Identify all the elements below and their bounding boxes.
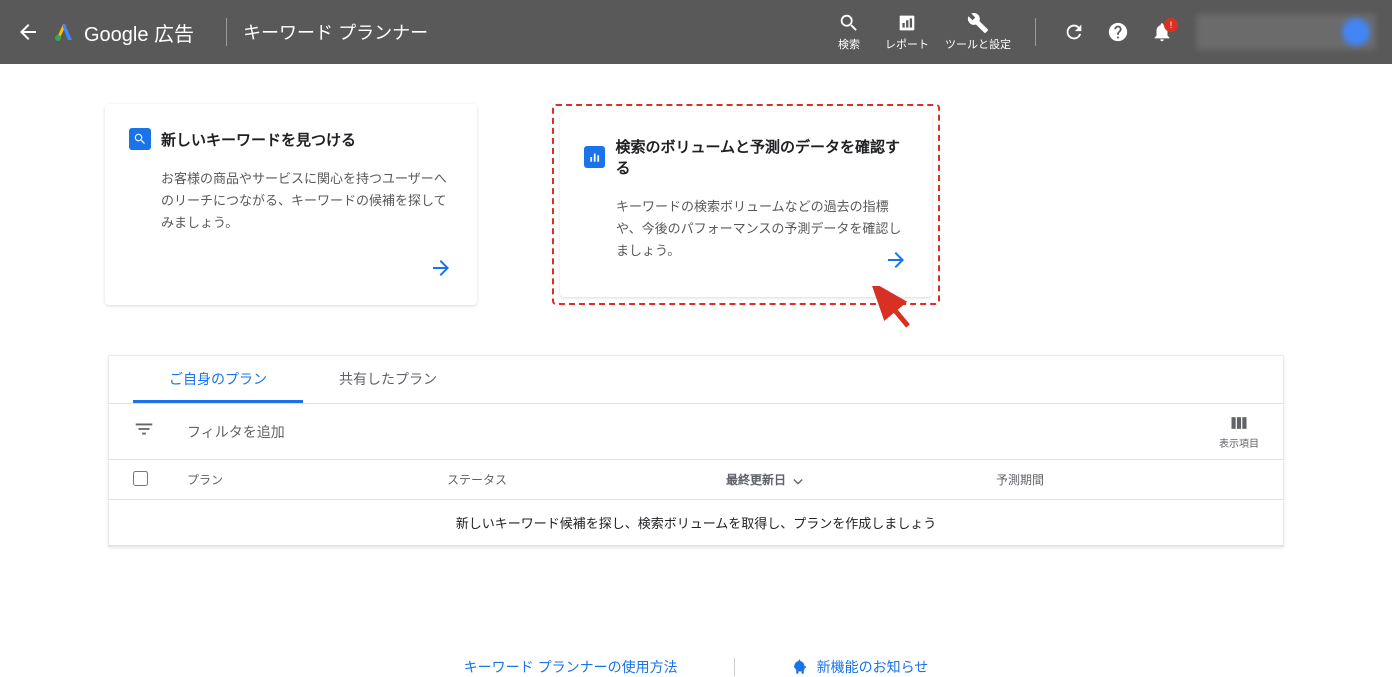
notification-badge: !: [1164, 18, 1178, 32]
product-name: Google 広告: [84, 18, 194, 47]
tools-label: ツールと設定: [945, 36, 1011, 52]
vertical-divider: [226, 18, 227, 46]
columns-label: 表示項目: [1219, 435, 1259, 450]
filter-icon[interactable]: [133, 418, 155, 445]
footer-links: キーワード プランナーの使用方法 新機能のお知らせ: [0, 657, 1392, 677]
column-forecast[interactable]: 予測期間: [996, 471, 1259, 488]
tool-title: キーワード プランナー: [243, 19, 428, 45]
discover-keywords-card[interactable]: 新しいキーワードを見つける お客様の商品やサービスに関心を持つユーザーへのリーチ…: [105, 104, 477, 305]
search-volume-card[interactable]: 検索のボリュームと予測のデータを確認する キーワードの検索ボリュームなどの過去の…: [560, 112, 932, 297]
columns-button[interactable]: 表示項目: [1219, 413, 1259, 450]
card-title: 新しいキーワードを見つける: [161, 129, 356, 150]
column-status[interactable]: ステータス: [447, 471, 726, 488]
bar-chart-card-icon: [584, 146, 605, 168]
card-title: 検索のボリュームと予測のデータを確認する: [615, 136, 908, 178]
select-all-checkbox[interactable]: [133, 471, 187, 489]
main-content: 新しいキーワードを見つける お客様の商品やサービスに関心を持つユーザーへのリーチ…: [0, 64, 1392, 677]
card-description: お客様の商品やサービスに関心を持つユーザーへのリーチにつながる、キーワードの候補…: [129, 168, 453, 234]
usage-guide-link[interactable]: キーワード プランナーの使用方法: [448, 657, 694, 677]
reports-label: レポート: [885, 36, 929, 52]
help-button[interactable]: [1106, 20, 1130, 44]
google-ads-logo-icon: [52, 20, 76, 44]
tab-shared-plans[interactable]: 共有したプラン: [303, 355, 473, 403]
megaphone-icon: [791, 658, 809, 676]
vertical-divider: [1035, 18, 1036, 46]
notifications-button[interactable]: !: [1150, 20, 1174, 44]
vertical-divider: [734, 658, 735, 676]
search-button[interactable]: 検索: [829, 12, 869, 52]
tabs-row: ご自身のプラン 共有したプラン: [109, 356, 1283, 404]
plans-panel: ご自身のプラン 共有したプラン フィルタを追加 表示項目 プラン ステータス 最…: [108, 355, 1284, 547]
empty-state-message: 新しいキーワード候補を探し、検索ボリュームを取得し、プランを作成しましょう: [109, 500, 1283, 546]
filter-bar: フィルタを追加 表示項目: [109, 404, 1283, 460]
highlighted-card-wrapper: 検索のボリュームと予測のデータを確認する キーワードの検索ボリュームなどの過去の…: [552, 104, 940, 305]
tools-button[interactable]: ツールと設定: [945, 12, 1011, 52]
column-plan[interactable]: プラン: [187, 471, 447, 488]
tab-own-plans[interactable]: ご自身のプラン: [133, 355, 303, 403]
avatar: [1342, 18, 1370, 46]
back-arrow-icon[interactable]: [16, 20, 40, 44]
card-description: キーワードの検索ボリュームなどの過去の指標や、今後のパフォーマンスの予測データを…: [584, 196, 908, 262]
arrow-right-icon: [429, 256, 453, 285]
reports-button[interactable]: レポート: [885, 12, 929, 52]
table-header-row: プラン ステータス 最終更新日 予測期間: [109, 460, 1283, 500]
search-card-icon: [129, 128, 151, 150]
add-filter-button[interactable]: フィルタを追加: [187, 422, 285, 442]
search-label: 検索: [838, 36, 860, 52]
column-updated[interactable]: 最終更新日: [726, 471, 996, 488]
sort-down-icon: [790, 472, 806, 488]
account-switcher[interactable]: [1196, 14, 1376, 50]
header-bar: Google 広告 キーワード プランナー 検索 レポート ツールと設定 !: [0, 0, 1392, 64]
arrow-right-icon: [884, 248, 908, 277]
refresh-button[interactable]: [1062, 20, 1086, 44]
changelog-link[interactable]: 新機能のお知らせ: [775, 657, 945, 677]
